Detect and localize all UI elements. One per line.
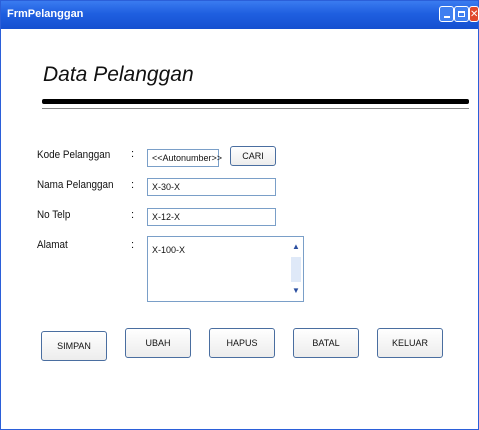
title-bar[interactable]: FrmPelanggan ✕	[1, 1, 479, 29]
cari-button[interactable]: CARI	[230, 146, 276, 166]
alamat-value: X-100-X	[152, 245, 186, 255]
close-icon: ✕	[470, 9, 479, 20]
page-title: Data Pelanggan	[43, 63, 194, 86]
alamat-colon: :	[131, 239, 135, 251]
kode-colon: :	[131, 148, 135, 160]
form-window: FrmPelanggan ✕ Data Pelanggan Kode Pelan…	[0, 0, 479, 430]
nama-pelanggan-field[interactable]: X-30-X	[147, 178, 276, 196]
hapus-button[interactable]: HAPUS	[209, 328, 275, 358]
batal-button[interactable]: BATAL	[293, 328, 359, 358]
maximize-icon	[458, 11, 465, 17]
header-divider	[42, 99, 469, 104]
maximize-button[interactable]	[454, 6, 469, 22]
nama-colon: :	[131, 179, 135, 191]
no-telp-label: No Telp	[37, 209, 71, 221]
nama-pelanggan-label: Nama Pelanggan	[37, 179, 114, 191]
chevron-down-icon[interactable]: ▼	[290, 284, 302, 298]
header-divider-thin	[42, 108, 469, 109]
alamat-textarea[interactable]: X-100-X ▲ ▼	[147, 236, 304, 302]
kode-pelanggan-field[interactable]: <<Autonumber>>	[147, 149, 222, 167]
alamat-label: Alamat	[37, 239, 68, 251]
keluar-button[interactable]: KELUAR	[377, 328, 443, 358]
no-telp-field[interactable]: X-12-X	[147, 208, 276, 226]
alamat-scrollbar[interactable]: ▲ ▼	[290, 240, 302, 300]
minimize-button[interactable]	[439, 6, 454, 22]
window-title: FrmPelanggan	[7, 8, 84, 20]
telp-colon: :	[131, 209, 135, 221]
simpan-button[interactable]: SIMPAN	[41, 331, 107, 361]
minimize-icon	[443, 16, 450, 18]
close-button[interactable]: ✕	[469, 6, 479, 22]
ubah-button[interactable]: UBAH	[125, 328, 191, 358]
scrollbar-thumb[interactable]	[291, 257, 301, 282]
kode-pelanggan-label: Kode Pelanggan	[37, 149, 111, 161]
chevron-up-icon[interactable]: ▲	[290, 240, 302, 254]
